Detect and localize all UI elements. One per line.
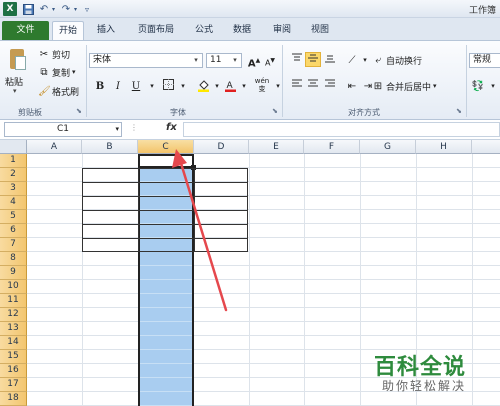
watermark-slogan: 助你轻松解决	[382, 379, 467, 393]
annotation-arrow-icon	[172, 149, 228, 312]
